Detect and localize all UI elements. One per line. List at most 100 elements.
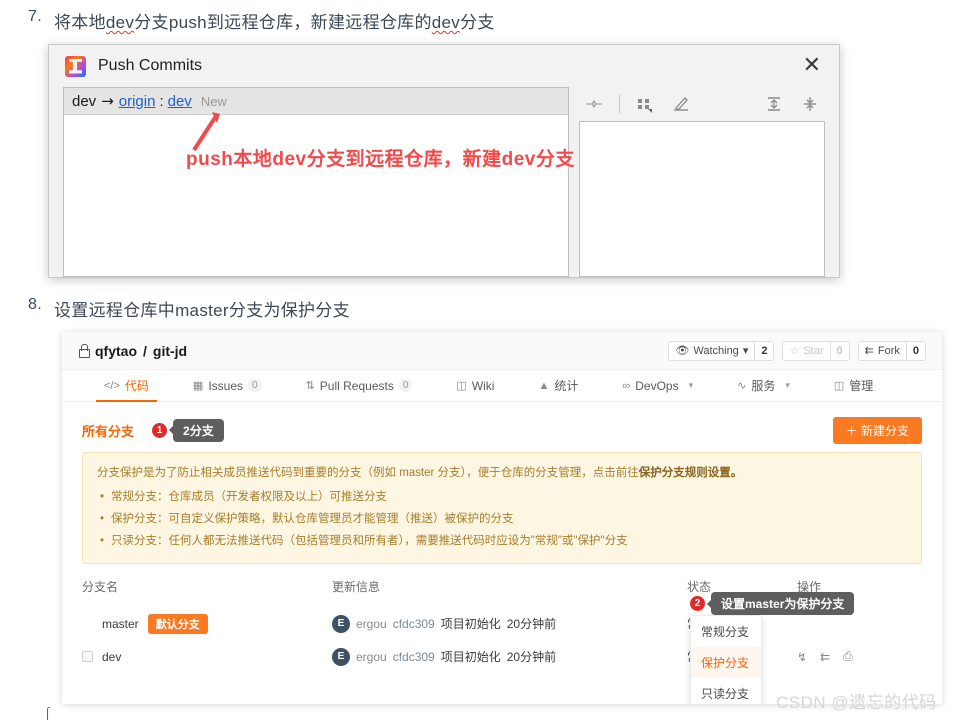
tab-code-label: 代码 — [124, 379, 149, 393]
dialog-title: Push Commits — [98, 57, 203, 74]
marker-2: 2 — [690, 596, 705, 611]
dropdown-option-readonly[interactable]: 只读分支 — [691, 678, 761, 704]
trash-icon[interactable]: ⎙ — [843, 649, 853, 664]
branch-icon[interactable]: ⇇ — [820, 650, 830, 664]
step-7: 7. 将本地dev分支push到远程仓库，新建远程仓库的dev分支 — [14, 8, 495, 33]
remote-link[interactable]: origin — [119, 93, 156, 110]
step-7-text-pre: 将本地 — [54, 13, 106, 32]
lock-icon — [78, 344, 90, 358]
wiki-icon: ◫ — [456, 380, 467, 392]
collapse-arrows-icon[interactable] — [583, 94, 605, 114]
repo-name[interactable]: git-jd — [153, 343, 187, 359]
tab-code[interactable]: </> 代码 — [82, 370, 171, 402]
notice-bullets: 常规分支：仓库成员（开发者权限及以上）可推送分支 保护分支：可自定义保护策略，默… — [97, 487, 907, 553]
step-7-hl-1: dev — [105, 13, 135, 32]
expand-all-icon[interactable] — [763, 94, 785, 114]
watch-label: 👁 Watching ▾ — [669, 341, 755, 360]
star-button[interactable]: ☆ Star 0 — [782, 340, 850, 361]
default-branch-badge: 默认分支 — [147, 613, 208, 634]
tab-stats[interactable]: ▲ 统计 — [516, 370, 600, 401]
notice-lead-a: 分支保护是为了防止相关成员推送代码到重要的分支（例如 master 分支），便于… — [97, 467, 639, 479]
commit-sha[interactable]: cfdc309 — [393, 617, 435, 631]
step-7-number: 7. — [28, 8, 42, 25]
gitee-screenshot: qfytao / git-jd 👁 Watching ▾ 2 ☆ Star 0 ⇇ Fo… — [62, 332, 942, 704]
collapse-all-icon[interactable] — [799, 94, 821, 114]
header-branch-name: 分支名 — [82, 580, 119, 595]
commit-author[interactable]: ergou — [356, 650, 387, 664]
new-branch-button[interactable]: ＋ 新建分支 — [832, 416, 922, 444]
tab-manage[interactable]: ◫ 管理 — [812, 370, 895, 401]
star-icon: ☆ — [789, 345, 800, 357]
watch-text: Watching — [693, 344, 739, 357]
tab-service[interactable]: ∿ 服务 ▾ — [715, 370, 812, 401]
tab-manage-label: 管理 — [849, 379, 874, 393]
step-7-text-post: 分支 — [460, 13, 495, 32]
branch-count-tooltip: 2分支 — [169, 418, 224, 442]
branch-name-cell: master 默认分支 — [82, 613, 332, 634]
new-branch-tag: New — [200, 93, 227, 109]
remote-branch-link[interactable]: dev — [168, 93, 192, 110]
pr-icon: ⇅ — [305, 380, 315, 392]
branch-protection-notice: 分支保护是为了防止相关成员推送代码到重要的分支（例如 master 分支），便于… — [82, 452, 922, 565]
tab-service-caret: ▾ — [785, 380, 790, 390]
step-8: 8. 设置远程仓库中master分支为保护分支 — [14, 296, 350, 321]
annotation-text: push本地dev分支到远程仓库，新建dev分支 — [186, 149, 575, 170]
tab-stats-label: 统计 — [554, 379, 579, 393]
tab-pull-requests-badge: 0 — [398, 379, 413, 392]
star-text: Star — [803, 344, 824, 357]
update-info-cell: E ergou cfdc309 项目初始化 20分钟前 — [332, 614, 687, 633]
watermark: CSDN @遗忘的代码 — [776, 693, 937, 712]
edit-icon[interactable] — [670, 94, 692, 114]
watch-button[interactable]: 👁 Watching ▾ 2 — [668, 340, 775, 361]
repo-breadcrumb: qfytao / git-jd — [78, 343, 187, 359]
push-separator: : — [159, 92, 164, 110]
commit-message[interactable]: 项目初始化 — [441, 648, 501, 665]
row-checkbox[interactable] — [82, 651, 93, 663]
local-branch-label: dev — [72, 92, 97, 110]
push-spec-row[interactable]: dev → origin : dev New — [64, 88, 568, 115]
close-icon[interactable]: ✕ — [797, 53, 827, 79]
fork-text: Fork — [877, 344, 900, 357]
issue-icon: ▦ — [192, 380, 204, 392]
star-label: ☆ Star — [783, 341, 830, 360]
gitee-repo-header: qfytao / git-jd 👁 Watching ▾ 2 ☆ Star 0 ⇇ Fo… — [62, 332, 942, 370]
fork-button[interactable]: ⇇ Fork 0 — [857, 340, 926, 361]
commit-author[interactable]: ergou — [356, 617, 387, 631]
branch-name-master[interactable]: master — [102, 617, 139, 631]
tab-issues[interactable]: ▦ Issues 0 — [171, 370, 284, 401]
star-count: 0 — [829, 341, 849, 360]
notice-bullet-2: 只读分支：任何人都无法推送代码（包括管理员和所有者），需要推送代码时应设为"常规… — [100, 531, 907, 553]
commit-message[interactable]: 项目初始化 — [441, 615, 501, 632]
tab-wiki-label: Wiki — [471, 378, 495, 393]
avatar: E — [332, 614, 350, 633]
commit-tree-panel: dev → origin : dev New — [63, 87, 569, 277]
notice-bullet-1: 保护分支：可自定义保护策略，默认仓库管理员才能管理（推送）被保护的分支 — [100, 509, 907, 531]
branch-name-dev[interactable]: dev — [102, 650, 121, 664]
step-7-text-mid: 分支push到远程仓库，新建远程仓库的 — [134, 13, 432, 32]
download-icon[interactable]: ↯ — [797, 650, 807, 664]
dropdown-option-normal[interactable]: 常规分支 — [691, 616, 761, 647]
notice-lead-b[interactable]: 保护分支规则设置。 — [639, 467, 743, 479]
gitee-nav: </> 代码 ▦ Issues 0 ⇅ Pull Requests 0 ◫ Wi… — [62, 370, 942, 402]
grouping-icon[interactable] — [634, 94, 656, 114]
dialog-titlebar: Push Commits ✕ — [49, 45, 839, 87]
commit-detail-box[interactable] — [579, 121, 825, 277]
row-annotation: 2 设置master为保护分支 — [690, 592, 855, 615]
tab-wiki[interactable]: ◫ Wiki — [434, 370, 516, 401]
fork-count: 0 — [905, 341, 925, 360]
update-info-cell: E ergou cfdc309 项目初始化 20分钟前 — [332, 647, 687, 666]
tab-devops[interactable]: ∞ DevOps ▾ — [600, 370, 715, 401]
devops-icon: ∞ — [622, 379, 631, 392]
table-row[interactable]: dev E ergou cfdc309 项目初始化 20分钟前 常规分支 ↯ ⇇… — [82, 640, 922, 673]
commit-sha[interactable]: cfdc309 — [393, 650, 435, 664]
avatar: E — [332, 647, 350, 666]
tab-pull-requests[interactable]: ⇅ Pull Requests 0 — [284, 370, 435, 401]
commit-list[interactable] — [64, 115, 568, 276]
fork-icon: ⇇ — [864, 345, 874, 357]
repo-owner[interactable]: qfytao — [95, 343, 137, 359]
dropdown-option-protected[interactable]: 保护分支 — [691, 647, 761, 678]
toolbar-divider — [619, 95, 620, 113]
branch-name-cell: dev — [82, 650, 332, 664]
tab-issues-badge: 0 — [248, 379, 262, 392]
notice-lead: 分支保护是为了防止相关成员推送代码到重要的分支（例如 master 分支），便于… — [97, 463, 907, 485]
